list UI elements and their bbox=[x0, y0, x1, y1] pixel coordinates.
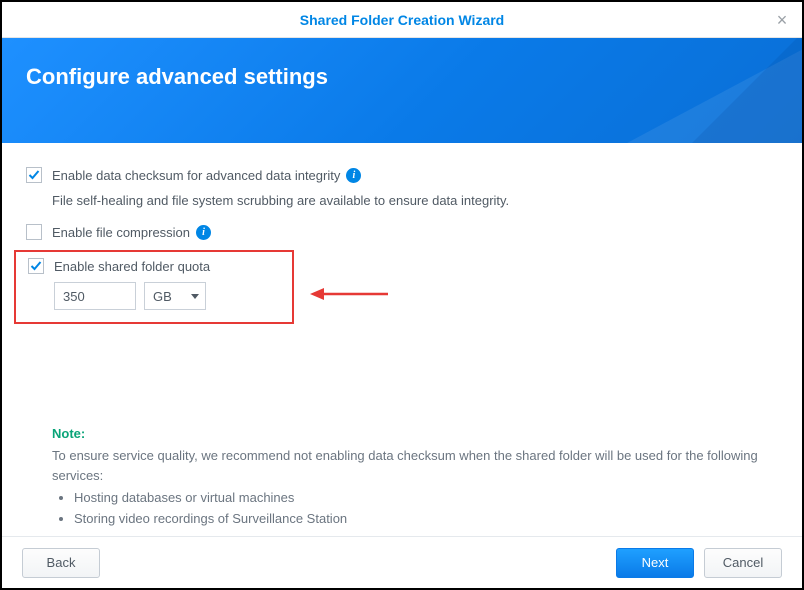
quota-label: Enable shared folder quota bbox=[54, 259, 210, 274]
note-list: Hosting databases or virtual machines St… bbox=[74, 488, 776, 528]
checksum-description: File self-healing and file system scrubb… bbox=[52, 193, 778, 208]
info-icon[interactable] bbox=[346, 168, 361, 183]
compression-label: Enable file compression bbox=[52, 225, 190, 240]
info-icon[interactable] bbox=[196, 225, 211, 240]
next-button[interactable]: Next bbox=[616, 548, 694, 578]
window-title: Shared Folder Creation Wizard bbox=[300, 12, 504, 28]
quota-value-input[interactable] bbox=[54, 282, 136, 310]
back-button[interactable]: Back bbox=[22, 548, 100, 578]
content-area: Enable data checksum for advanced data i… bbox=[2, 143, 802, 324]
note-list-item: Storing video recordings of Surveillance… bbox=[74, 509, 776, 529]
note-label: Note: bbox=[52, 424, 776, 444]
close-icon[interactable]: × bbox=[772, 10, 792, 30]
footer-right: Next Cancel bbox=[616, 548, 782, 578]
cancel-button[interactable]: Cancel bbox=[704, 548, 782, 578]
chevron-down-icon bbox=[191, 294, 199, 299]
checksum-checkbox[interactable] bbox=[26, 167, 42, 183]
compression-checkbox[interactable] bbox=[26, 224, 42, 240]
page-title: Configure advanced settings bbox=[26, 64, 778, 90]
footer: Back Next Cancel bbox=[2, 536, 802, 588]
note-text: To ensure service quality, we recommend … bbox=[52, 446, 776, 486]
option-compression: Enable file compression bbox=[26, 224, 778, 240]
checksum-label: Enable data checksum for advanced data i… bbox=[52, 168, 340, 183]
note-list-item: Hosting databases or virtual machines bbox=[74, 488, 776, 508]
quota-highlight: Enable shared folder quota GB bbox=[14, 250, 294, 324]
header-banner: Configure advanced settings bbox=[2, 38, 802, 143]
option-checksum: Enable data checksum for advanced data i… bbox=[26, 167, 778, 183]
titlebar: Shared Folder Creation Wizard × bbox=[2, 2, 802, 38]
quota-inputs: GB bbox=[54, 282, 282, 310]
option-quota: Enable shared folder quota bbox=[28, 258, 282, 274]
note-block: Note: To ensure service quality, we reco… bbox=[52, 424, 776, 529]
quota-unit-value: GB bbox=[153, 289, 172, 304]
quota-unit-select[interactable]: GB bbox=[144, 282, 206, 310]
quota-checkbox[interactable] bbox=[28, 258, 44, 274]
